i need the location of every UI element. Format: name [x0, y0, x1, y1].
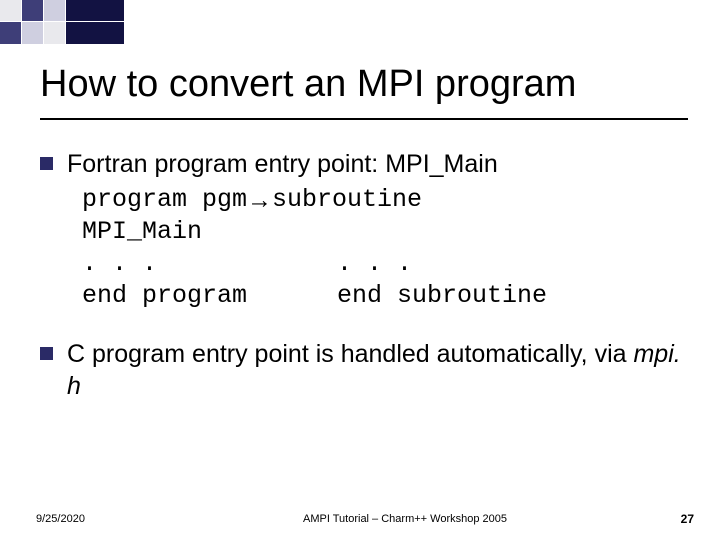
slide-content: Fortran program entry point: MPI_Main pr…	[40, 148, 688, 540]
bullet-icon	[40, 347, 53, 360]
footer-page-number: 27	[654, 512, 694, 526]
footer-date: 9/25/2020	[36, 513, 156, 525]
code-indent: MPI_Main	[82, 216, 202, 248]
code-right: subroutine	[272, 184, 422, 216]
code-right: end subroutine	[337, 280, 547, 312]
bullet-text: Fortran program entry point: MPI_Main	[67, 148, 688, 180]
slide: How to convert an MPI program Fortran pr…	[0, 0, 720, 540]
code-right: . . .	[337, 248, 412, 280]
code-left: . . .	[82, 248, 337, 280]
arrow-icon: →	[247, 184, 272, 216]
bullet-text-a: C program entry point is handled automat…	[67, 340, 633, 368]
footer-center: AMPI Tutorial – Charm++ Workshop 2005	[156, 513, 654, 525]
code-left: end program	[82, 280, 337, 312]
footer: 9/25/2020 AMPI Tutorial – Charm++ Worksh…	[0, 512, 720, 526]
bullet-text: C program entry point is handled automat…	[67, 338, 688, 402]
bullet-fortran: Fortran program entry point: MPI_Main	[40, 148, 688, 180]
page-title: How to convert an MPI program	[40, 64, 688, 120]
code-block: program pgm → subroutine MPI_Main . . . …	[82, 184, 688, 312]
code-left: program pgm	[82, 184, 247, 216]
bullet-c: C program entry point is handled automat…	[40, 338, 688, 402]
bullet-icon	[40, 157, 53, 170]
